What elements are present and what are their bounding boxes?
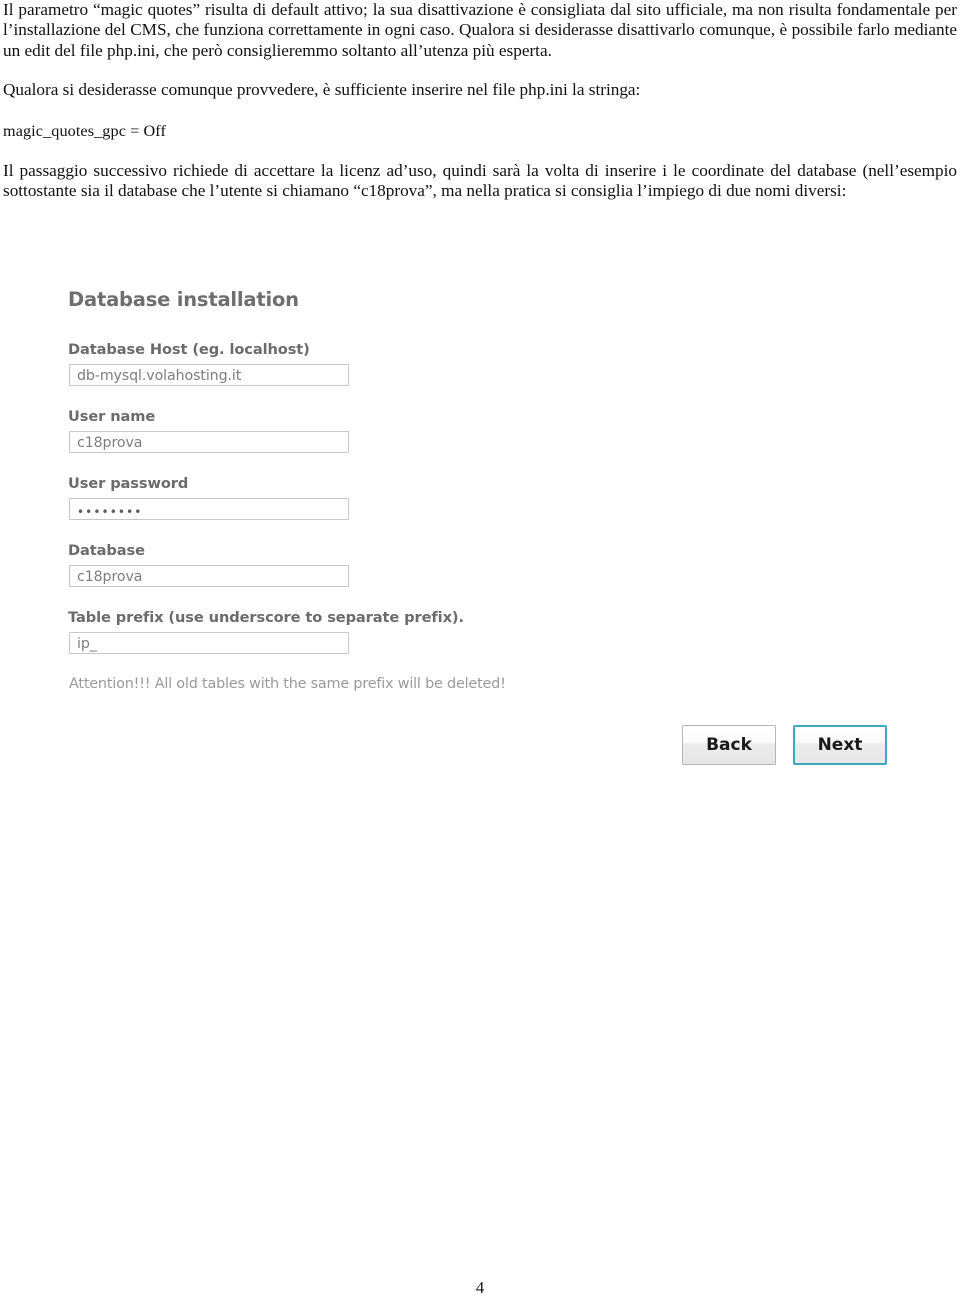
- database-installation-screenshot: Database installation Database Host (eg.…: [68, 288, 892, 788]
- label-user-password: User password: [68, 475, 189, 492]
- input-table-prefix-value: ip_: [77, 636, 97, 652]
- paragraph-php-ini-instruction: Qualora si desiderasse comunque provvede…: [3, 80, 641, 100]
- input-database-name-value: c18prova: [77, 569, 143, 585]
- page-number: 4: [475, 1278, 485, 1297]
- label-database-name: Database: [68, 542, 145, 559]
- installer-heading: Database installation: [68, 288, 299, 311]
- document-text-body: Il parametro “magic quotes” risulta di d…: [3, 0, 957, 201]
- next-button[interactable]: Next: [793, 725, 887, 765]
- input-user-password[interactable]: ••••••••: [69, 498, 349, 520]
- attention-notice: Attention!!! All old tables with the sam…: [69, 676, 506, 692]
- input-user-password-value: ••••••••: [77, 505, 143, 519]
- label-user-name: User name: [68, 408, 156, 425]
- label-database-host: Database Host (eg. localhost): [68, 341, 310, 358]
- input-database-host-value: db-mysql.volahosting.it: [77, 368, 242, 384]
- input-table-prefix[interactable]: ip_: [69, 632, 349, 654]
- input-user-name[interactable]: c18prova: [69, 431, 349, 453]
- paragraph-next-step-database: Il passaggio successivo richiede di acce…: [3, 160, 957, 201]
- input-database-host[interactable]: db-mysql.volahosting.it: [69, 364, 349, 386]
- input-database-name[interactable]: c18prova: [69, 565, 349, 587]
- label-table-prefix: Table prefix (use underscore to separate…: [68, 609, 464, 626]
- back-button[interactable]: Back: [682, 725, 776, 765]
- input-user-name-value: c18prova: [77, 435, 143, 451]
- code-snippet-magic-quotes-gpc: magic_quotes_gpc = Off: [3, 121, 166, 140]
- paragraph-magic-quotes-intro: Il parametro “magic quotes” risulta di d…: [3, 0, 957, 60]
